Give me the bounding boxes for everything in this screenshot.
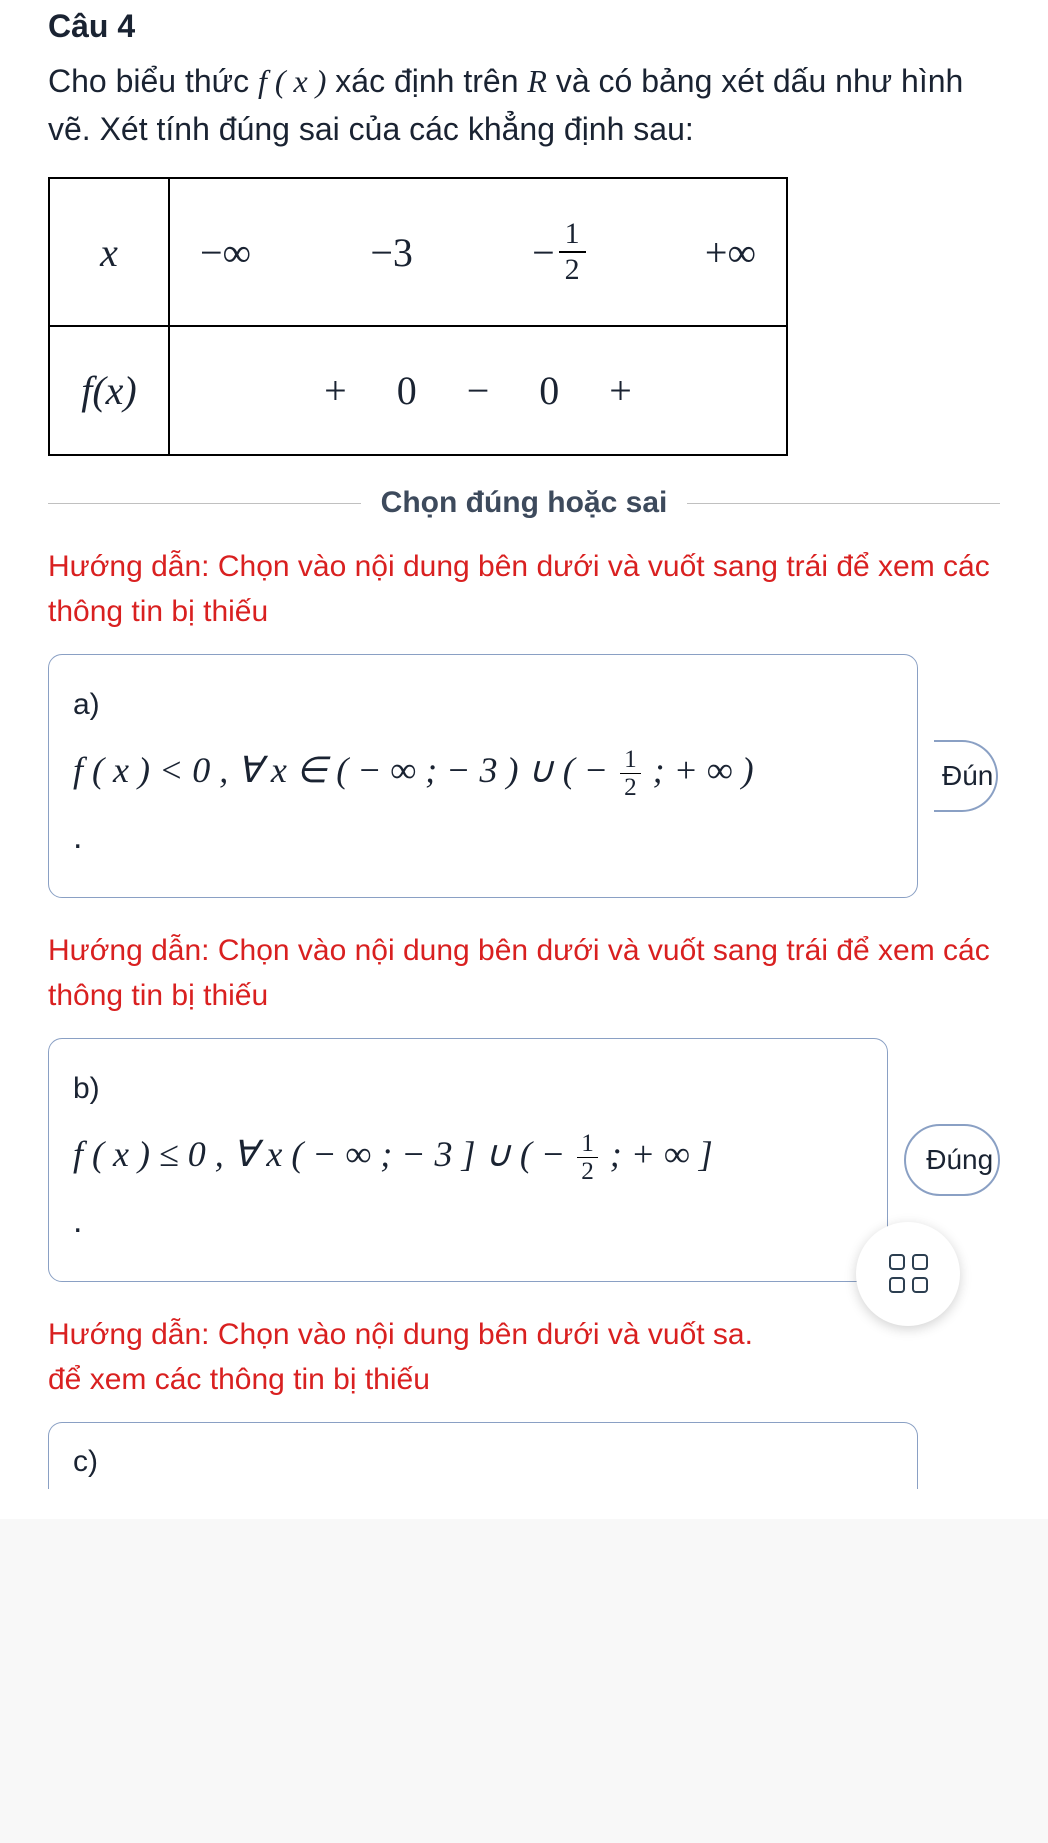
fx-sign-5: + [609, 367, 632, 414]
option-b-box[interactable]: b) f ( x ) ≤ 0 , ∀ x ( − ∞ ; − 3 ] ∪ ( −… [48, 1038, 888, 1282]
option-b-row[interactable]: b) f ( x ) ≤ 0 , ∀ x ( − ∞ ; − 3 ] ∪ ( −… [48, 1038, 1000, 1282]
hint-c: Hướng dẫn: Chọn vào nội dung bên dưới và… [48, 1312, 1000, 1402]
option-b-math-prefix: f ( x ) ≤ 0 , ∀ x ( − ∞ ; − 3 ] ∪ ( − [73, 1134, 574, 1174]
fx-sign-1: + [324, 367, 347, 414]
option-a-math-suffix: ; + ∞ ) [644, 750, 754, 790]
hint-c-line1: Hướng dẫn: Chọn vào nội dung bên dưới và… [48, 1318, 753, 1351]
section-divider: Chọn đúng hoặc sai [48, 486, 1000, 520]
x-val-posinf: +∞ [705, 229, 756, 276]
option-a-label: a) [73, 679, 893, 730]
b-frac-n: 1 [577, 1131, 598, 1158]
qtext-p1: Cho biểu thức [48, 63, 258, 99]
a-frac-d: 2 [620, 774, 641, 800]
hint-b: Hướng dẫn: Chọn vào nội dung bên dưới và… [48, 928, 1000, 1018]
option-b-pill[interactable]: Đúng [904, 1124, 1000, 1196]
qtext-R: R [527, 63, 547, 99]
sign-table-x-values: −∞ −3 − 12 +∞ [169, 178, 787, 326]
a-frac-n: 1 [620, 747, 641, 774]
option-c-label: c) [73, 1445, 98, 1478]
sign-table-fx-label: f(x) [49, 326, 169, 455]
fx-sign-2: 0 [397, 367, 417, 414]
option-b-math: f ( x ) ≤ 0 , ∀ x ( − ∞ ; − 3 ] ∪ ( − 12… [73, 1134, 713, 1174]
hint-c-line2: để xem các thông tin bị thiếu [48, 1363, 430, 1396]
option-a-math: f ( x ) < 0 , ∀ x ∈ ( − ∞ ; − 3 ) ∪ ( − … [73, 750, 754, 790]
qtext-p2: xác định trên [326, 63, 527, 99]
frac-den: 2 [559, 253, 586, 285]
frac-num: 1 [559, 219, 586, 253]
qtext-fx: f ( x ) [258, 63, 326, 99]
b-frac-d: 2 [577, 1158, 598, 1184]
divider-label-text: Chọn đúng hoặc sai [361, 486, 688, 520]
x-val-neginf: −∞ [200, 229, 251, 276]
question-number: Câu 4 [48, 0, 1000, 45]
sign-table: x −∞ −3 − 12 +∞ f(x) + 0 − [48, 177, 788, 456]
sign-table-x-label: x [49, 178, 169, 326]
x-val-neg3: −3 [370, 229, 413, 276]
option-c-box[interactable]: c) [48, 1422, 918, 1489]
option-a-pill[interactable]: Đún [934, 740, 998, 812]
apps-fab[interactable] [856, 1222, 960, 1326]
fx-sign-3: − [467, 367, 490, 414]
fx-sign-4: 0 [539, 367, 559, 414]
sign-table-fx-values: + 0 − 0 + [169, 326, 787, 455]
option-b-math-suffix: ; + ∞ ] [601, 1134, 713, 1174]
option-b-label: b) [73, 1063, 863, 1114]
option-a-box[interactable]: a) f ( x ) < 0 , ∀ x ∈ ( − ∞ ; − 3 ) ∪ (… [48, 654, 918, 898]
x-val-neghalf: − 12 [532, 219, 586, 285]
option-a-math-prefix: f ( x ) < 0 , ∀ x ∈ ( − ∞ ; − 3 ) ∪ ( − [73, 750, 617, 790]
hint-a: Hướng dẫn: Chọn vào nội dung bên dưới và… [48, 544, 1000, 634]
apps-grid-icon [889, 1254, 928, 1293]
option-a-row[interactable]: a) f ( x ) < 0 , ∀ x ∈ ( − ∞ ; − 3 ) ∪ (… [48, 654, 1000, 898]
question-text: Cho biểu thức f ( x ) xác định trên R và… [48, 57, 1000, 153]
